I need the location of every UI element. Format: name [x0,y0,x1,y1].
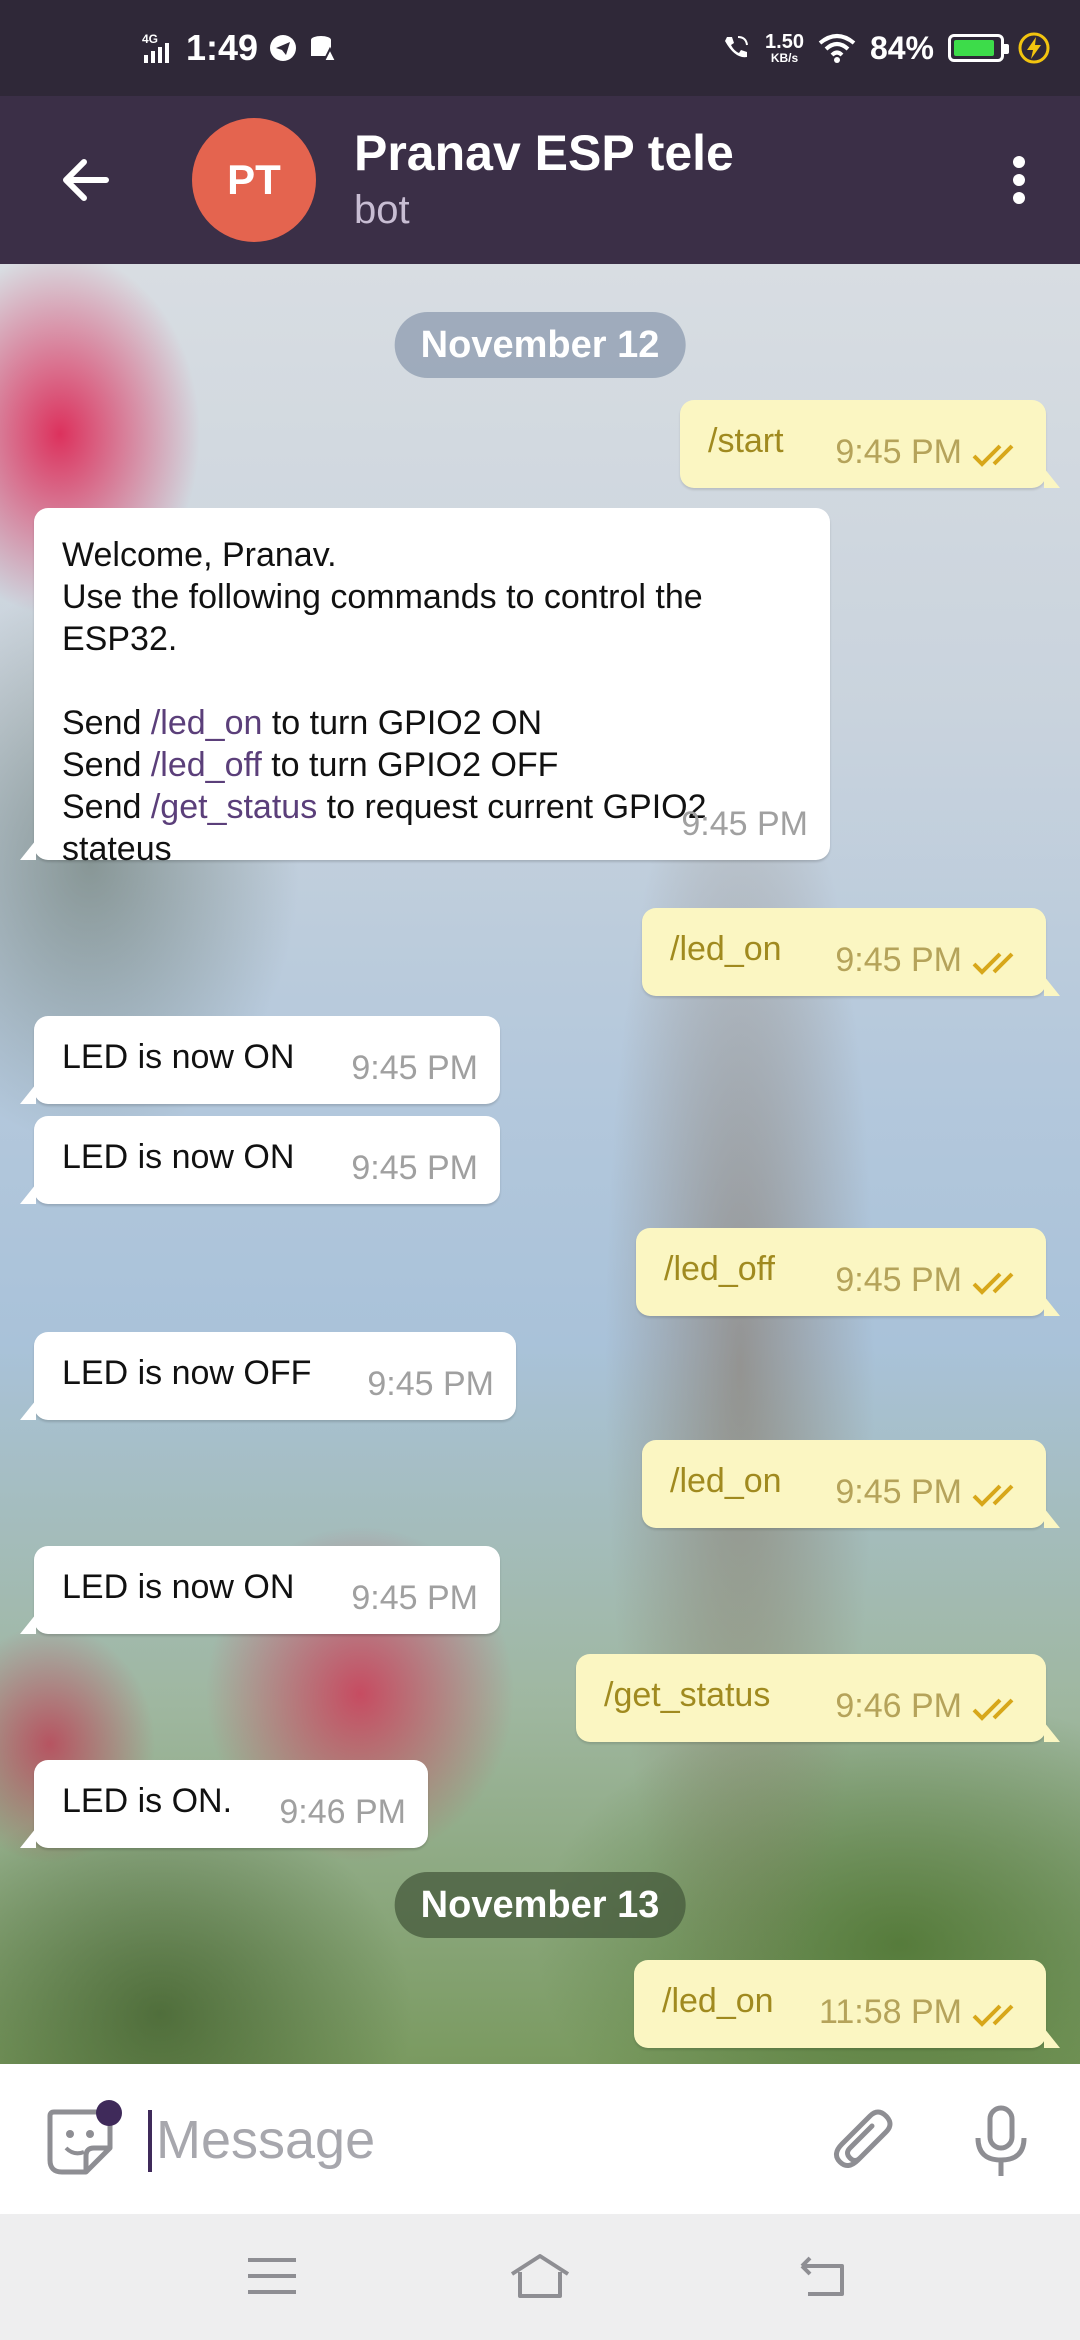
system-nav-bar [0,2214,1080,2340]
nav-menu-icon[interactable] [240,2248,304,2304]
welcome-line: ESP32. [62,620,178,658]
avatar[interactable]: PT [192,118,316,242]
send-label: Send [62,704,142,742]
chat-area[interactable]: November 12 /start 9:45 PM Welcome, Pran… [0,264,1080,2064]
attach-icon[interactable] [830,2108,900,2178]
battery-icon [948,34,1009,62]
network-type: 4G [142,32,158,46]
message-text: /led_on [670,930,782,968]
net-speed-unit: KB/s [770,51,799,65]
battery-percent: 84% [869,29,934,66]
message-time: 9:45 PM [351,1149,478,1187]
message-text: LED is ON. [62,1782,233,1820]
read-ticks-icon [972,1484,1014,1507]
outgoing-message[interactable]: /start 9:45 PM [680,400,1060,488]
message-time: 9:45 PM [835,1261,962,1299]
message-text: /led_on [662,1982,774,2020]
date-separator: November 12 [394,312,686,378]
message-time: 11:58 PM [818,1993,962,2031]
message-time: 9:45 PM [351,1579,478,1617]
message-time: 9:45 PM [367,1365,494,1403]
incoming-message[interactable]: LED is ON. 9:46 PM [20,1760,428,1848]
net-speed-value: 1.50 [765,31,804,53]
sticker-badge [96,2100,122,2126]
wifi-call-icon [725,36,749,58]
command-desc: to request current GPIO2 [326,788,707,826]
status-right: 1.50 KB/s 84% [721,24,1050,72]
message-text: LED is now ON [62,1568,295,1606]
command-link-get-status[interactable]: /get_status [151,788,317,826]
command-desc: to turn GPIO2 OFF [271,746,559,784]
message-time: 9:45 PM [351,1049,478,1087]
outgoing-message[interactable]: /led_off 9:45 PM [636,1228,1060,1316]
telegram-icon [270,35,297,61]
text-cursor [148,2110,152,2172]
message-input[interactable] [156,2102,756,2178]
chat-header: PT Pranav ESP tele bot [0,96,1080,264]
wifi-icon [818,34,856,63]
read-ticks-icon [972,444,1014,467]
mic-icon[interactable] [966,2102,1036,2182]
signal-icon: 4G [142,32,169,63]
message-time: 9:45 PM [835,1473,962,1511]
outgoing-message[interactable]: /led_on 9:45 PM [642,1440,1060,1528]
send-label: Send [62,788,142,826]
command-link-led-off[interactable]: /led_off [151,746,262,784]
message-time: 9:46 PM [835,1687,962,1725]
message-time: 9:45 PM [835,941,962,979]
chat-subtitle: bot [354,188,410,232]
nav-home-icon[interactable] [508,2248,572,2304]
message-text: /get_status [604,1676,771,1714]
read-ticks-icon [972,1698,1014,1721]
message-text: LED is now ON [62,1038,295,1076]
incoming-message[interactable]: LED is now OFF 9:45 PM [20,1332,516,1420]
message-text: LED is now ON [62,1138,295,1176]
command-link-led-on[interactable]: /led_on [151,704,263,742]
read-ticks-icon [972,2004,1014,2027]
nav-back-icon[interactable] [790,2248,854,2304]
welcome-line: Welcome, Pranav. [62,536,337,574]
clock: 1:49 [186,27,259,68]
command-desc: to turn GPIO2 ON [271,704,543,742]
status-left: 4G 1:49 [142,24,338,72]
more-vert-icon[interactable] [984,140,1054,220]
incoming-message[interactable]: Welcome, Pranav. Use the following comma… [20,508,830,868]
message-time: 9:45 PM [835,433,962,471]
outgoing-message[interactable]: /led_on 11:58 PM [634,1960,1060,2048]
date-separator: November 13 [394,1872,686,1938]
message-text: /led_off [664,1250,775,1288]
message-time: 9:45 PM [681,805,808,843]
incoming-message[interactable]: LED is now ON 9:45 PM [20,1016,500,1104]
message-text: LED is now OFF [62,1354,312,1392]
incoming-message[interactable]: LED is now ON 9:45 PM [20,1546,500,1634]
message-time: 9:46 PM [279,1793,406,1831]
data-saver-icon [311,36,338,62]
outgoing-message[interactable]: /get_status 9:46 PM [576,1654,1060,1742]
message-text: /start [708,422,784,460]
message-composer [0,2064,1080,2214]
outgoing-message[interactable]: /led_on 9:45 PM [642,908,1060,996]
net-speed: 1.50 KB/s [765,32,804,64]
charging-icon [1018,32,1050,64]
chat-title[interactable]: Pranav ESP tele [354,124,734,182]
incoming-message[interactable]: LED is now ON 9:45 PM [20,1116,500,1204]
welcome-line: Use the following commands to control th… [62,578,703,616]
send-label: Send [62,746,142,784]
read-ticks-icon [972,1272,1014,1295]
message-text: /led_on [670,1462,782,1500]
status-bar: 4G 1:49 1.50 KB/s 84% [0,0,1080,96]
read-ticks-icon [972,952,1014,975]
back-arrow-icon[interactable] [40,140,130,220]
